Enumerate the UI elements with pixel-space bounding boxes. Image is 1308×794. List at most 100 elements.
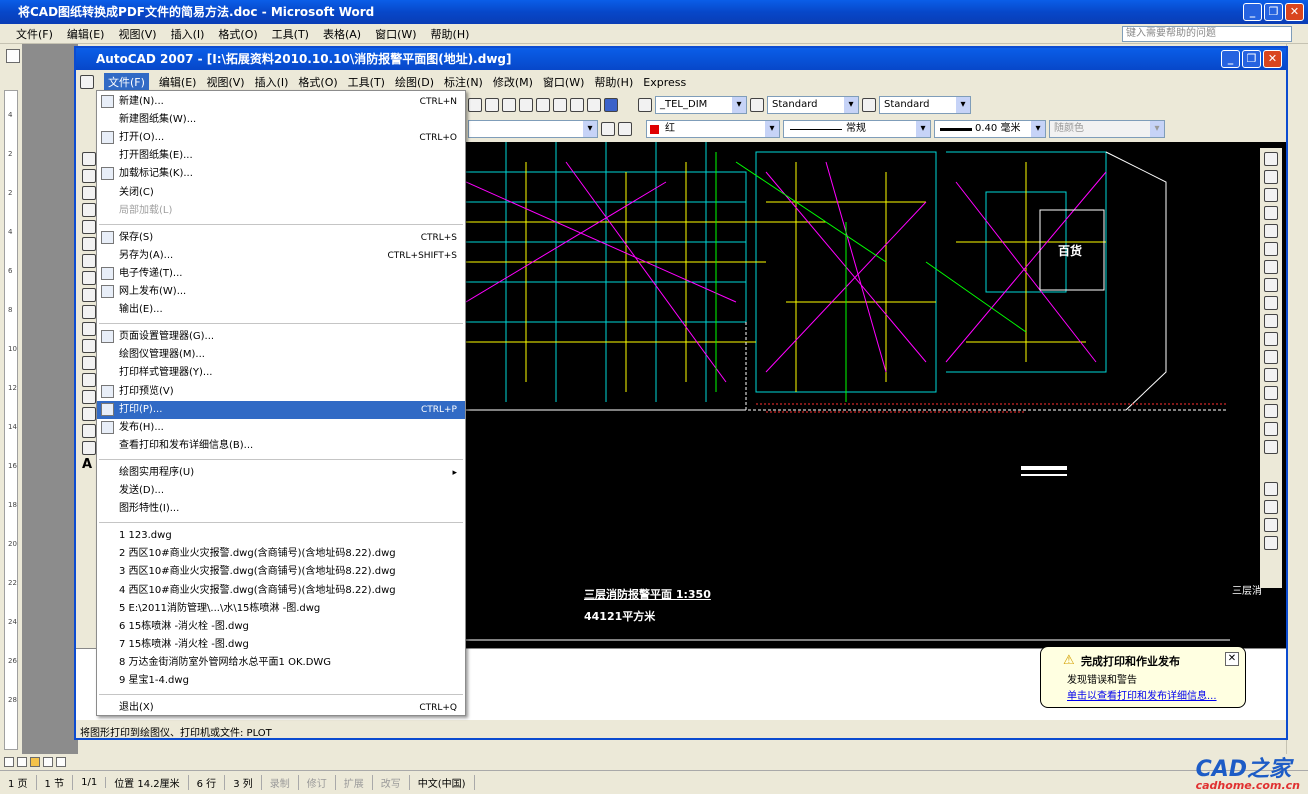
- dim-style-select[interactable]: _TEL_DIM: [655, 96, 747, 114]
- fillet-icon[interactable]: [1264, 422, 1278, 436]
- file-menu-item[interactable]: 绘图仪管理器(M)...: [97, 346, 465, 364]
- cad-menu-item[interactable]: Express: [643, 76, 686, 89]
- arc-icon[interactable]: [82, 237, 96, 251]
- cad-menu-item[interactable]: 标注(N): [444, 74, 483, 90]
- extend-icon[interactable]: [1264, 332, 1278, 346]
- file-menu-item[interactable]: 查看打印和发布详细信息(B)...: [97, 437, 465, 455]
- construction-line-icon[interactable]: [82, 169, 96, 183]
- draworder-icon[interactable]: [1264, 482, 1278, 496]
- file-menu-item[interactable]: 打印样式管理器(Y)...: [97, 364, 465, 382]
- file-menu-item[interactable]: 输出(E)...: [97, 301, 465, 319]
- file-menu-item[interactable]: 退出(X) CTRL+Q: [97, 699, 465, 717]
- file-menu-item[interactable]: 7 15栋喷淋 -消火栓 -图.dwg: [97, 636, 465, 654]
- scale-icon[interactable]: [1264, 278, 1278, 292]
- new-doc-icon[interactable]: [6, 49, 20, 63]
- file-menu-item[interactable]: 打印预览(V): [97, 383, 465, 401]
- ellipse-icon[interactable]: [82, 305, 96, 319]
- file-menu-item[interactable]: 电子传递(T)...: [97, 265, 465, 283]
- normal-view-icon[interactable]: [4, 757, 14, 767]
- word-menu-item[interactable]: 文件(F): [16, 26, 53, 42]
- status-field[interactable]: 扩展: [336, 775, 373, 790]
- layer-states-icon[interactable]: [618, 122, 632, 136]
- make-block-icon[interactable]: [82, 356, 96, 370]
- break-at-point-icon[interactable]: [1264, 368, 1278, 382]
- file-menu-item[interactable]: 另存为(A)... CTRL+SHIFT+S: [97, 247, 465, 265]
- polyline-icon[interactable]: [82, 186, 96, 200]
- drawing-canvas[interactable]: 百货 三层消防报警平面 1:350 44121平方米: [466, 142, 1230, 648]
- file-menu-item[interactable]: 新建(N)... CTRL+N: [97, 93, 465, 111]
- file-menu-item[interactable]: 6 15栋喷淋 -消火栓 -图.dwg: [97, 618, 465, 636]
- chamfer-icon[interactable]: [1264, 404, 1278, 418]
- file-menu-item[interactable]: 保存(S) CTRL+S: [97, 229, 465, 247]
- file-menu-item[interactable]: 发布(H)...: [97, 419, 465, 437]
- layer-select[interactable]: [468, 120, 598, 138]
- move-icon[interactable]: [1264, 242, 1278, 256]
- file-menu-item[interactable]: 打开(O)... CTRL+O: [97, 129, 465, 147]
- plot-complete-balloon[interactable]: ⚠ 完成打印和作业发布 ✕ 发现错误和警告 单击以查看打印和发布详细信息...: [1040, 646, 1246, 708]
- cad-close-button[interactable]: ✕: [1263, 50, 1282, 68]
- status-field[interactable]: 改写: [373, 775, 410, 790]
- draworder-under-icon[interactable]: [1264, 536, 1278, 550]
- file-menu-item[interactable]: 新建图纸集(W)...: [97, 111, 465, 129]
- linetype-select[interactable]: 常规: [783, 120, 931, 138]
- word-scrollbar[interactable]: [1286, 44, 1308, 764]
- plotstyle-select[interactable]: 随颜色: [1049, 120, 1165, 138]
- file-menu-item[interactable]: 图形特性(I)...: [97, 500, 465, 518]
- cad-minimize-button[interactable]: _: [1221, 50, 1240, 68]
- offset-icon[interactable]: [1264, 206, 1278, 220]
- word-menu-item[interactable]: 格式(O): [218, 26, 257, 42]
- file-menu-item[interactable]: 1 123.dwg: [97, 527, 465, 545]
- join-icon[interactable]: [1264, 386, 1278, 400]
- print-view-icon[interactable]: [30, 757, 40, 767]
- reading-view-icon[interactable]: [56, 757, 66, 767]
- tool-palettes-icon[interactable]: [536, 98, 550, 112]
- file-menu-item[interactable]: 发送(D)...: [97, 482, 465, 500]
- line-tool-icon[interactable]: [82, 152, 96, 166]
- file-menu-item[interactable]: 加载标记集(K)...: [97, 165, 465, 183]
- region-icon[interactable]: [82, 424, 96, 438]
- file-menu-item[interactable]: 4 西区10#商业火灾报警.dwg(含商铺号)(含地址码8.22).dwg: [97, 582, 465, 600]
- ellipse-arc-icon[interactable]: [82, 322, 96, 336]
- copy-icon[interactable]: [1264, 170, 1278, 184]
- file-menu-item[interactable]: 3 西区10#商业火灾报警.dwg(含商铺号)(含地址码8.22).dwg: [97, 563, 465, 581]
- file-menu-item[interactable]: 打印(P)... CTRL+P: [97, 400, 465, 419]
- polygon-icon[interactable]: [82, 203, 96, 217]
- balloon-close-button[interactable]: ✕: [1225, 652, 1239, 666]
- cad-menu-item[interactable]: 文件(F): [104, 73, 149, 91]
- balloon-details-link[interactable]: 单击以查看打印和发布详细信息...: [1067, 687, 1217, 702]
- spline-icon[interactable]: [82, 288, 96, 302]
- stretch-icon[interactable]: [1264, 296, 1278, 310]
- mtext-icon[interactable]: A: [82, 458, 96, 472]
- mirror-icon[interactable]: [1264, 188, 1278, 202]
- cad-menu-item[interactable]: 绘图(D): [395, 74, 434, 90]
- cad-restore-button[interactable]: ❐: [1242, 50, 1261, 68]
- word-menu-item[interactable]: 插入(I): [171, 26, 205, 42]
- file-menu-item[interactable]: 8 万达金街消防室外管网给水总平面1 OK.DWG: [97, 654, 465, 672]
- circle-icon[interactable]: [82, 254, 96, 268]
- word-menu-item[interactable]: 窗口(W): [375, 26, 416, 42]
- file-menu-item[interactable]: 9 星宝1-4.dwg: [97, 672, 465, 690]
- cad-menu-item[interactable]: 编辑(E): [159, 74, 197, 90]
- properties-icon[interactable]: [502, 98, 516, 112]
- document-icon[interactable]: [80, 75, 94, 89]
- text-style-select[interactable]: Standard: [767, 96, 859, 114]
- cad-menu-item[interactable]: 窗口(W): [543, 74, 584, 90]
- cad-menu-item[interactable]: 格式(O): [298, 74, 337, 90]
- word-menu-item[interactable]: 工具(T): [272, 26, 309, 42]
- cad-menu-item[interactable]: 插入(I): [255, 74, 289, 90]
- command-line[interactable]: 将图形打印到绘图仪、打印机或文件: PLOT: [80, 724, 272, 739]
- cad-menu-item[interactable]: 视图(V): [206, 74, 244, 90]
- cad-menu-item[interactable]: 修改(M): [493, 74, 533, 90]
- word-menu-item[interactable]: 视图(V): [118, 26, 156, 42]
- outline-view-icon[interactable]: [43, 757, 53, 767]
- gradient-icon[interactable]: [82, 407, 96, 421]
- close-button[interactable]: ✕: [1285, 3, 1304, 21]
- file-menu-item[interactable]: 5 E:\2011消防管理\...\水\15栋喷淋 -图.dwg: [97, 600, 465, 618]
- break-icon[interactable]: [1264, 350, 1278, 364]
- minimize-button[interactable]: _: [1243, 3, 1262, 21]
- markup-icon[interactable]: [570, 98, 584, 112]
- design-center-icon[interactable]: [519, 98, 533, 112]
- zoom-icon[interactable]: [468, 98, 482, 112]
- table-icon[interactable]: [82, 441, 96, 455]
- word-menu-item[interactable]: 帮助(H): [431, 26, 470, 42]
